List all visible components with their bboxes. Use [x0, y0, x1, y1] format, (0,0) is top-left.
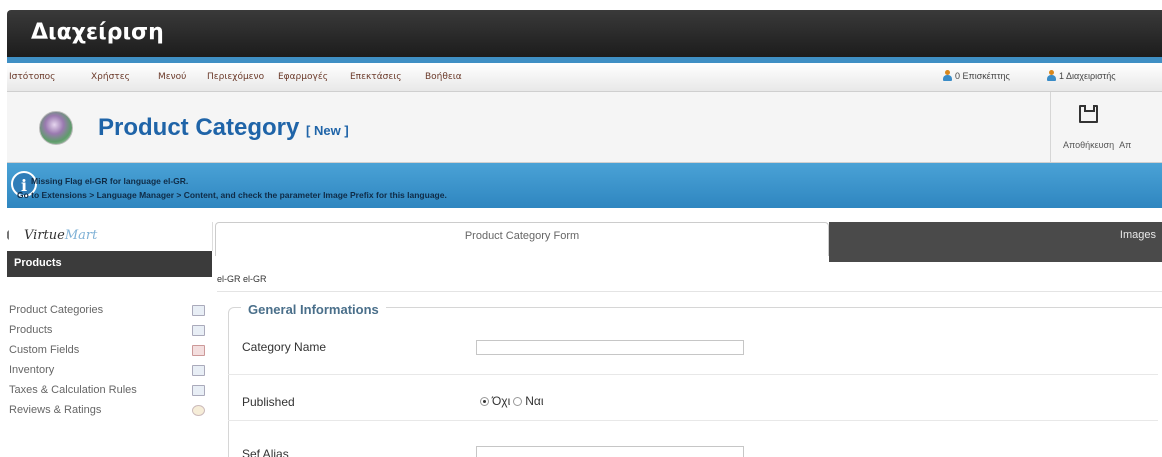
language-label: el-GR el-GR: [217, 274, 267, 284]
inventory-icon: [192, 365, 205, 376]
save-button-label: Αποθήκευση Απ: [1063, 140, 1132, 150]
page-title-bar: Product Category [ New ] Αποθήκευση Απ: [7, 92, 1162, 163]
status-visitors[interactable]: 0 Επισκέπτης: [943, 70, 1010, 81]
page-title: Product Category [ New ]: [98, 114, 349, 142]
tab-bar: Product Category Form Images: [215, 222, 1162, 262]
visitor-icon: [943, 70, 952, 81]
status-admins[interactable]: 1 Διαχειριστής: [1047, 70, 1116, 81]
status-admins-label: 1 Διαχειριστής: [1059, 70, 1116, 81]
sidebar-item-products[interactable]: Products: [7, 321, 212, 341]
general-info-fieldset: [228, 307, 1162, 457]
virtuemart-globe-icon: [39, 111, 73, 145]
menu-item-menus[interactable]: Μενού: [158, 72, 186, 82]
message-line-1: Missing Flag el-GR for language el-GR.: [31, 176, 189, 186]
published-radio-no[interactable]: [480, 396, 489, 406]
custom-fields-icon: [192, 345, 205, 356]
tab-images-label: Images: [1119, 229, 1156, 241]
virtuemart-logo: VirtueMart: [24, 228, 98, 243]
sef-alias-input[interactable]: [476, 446, 744, 457]
sidebar-item-list: Product Categories Products Custom Field…: [7, 301, 212, 421]
fieldset-legend: General Informations: [241, 302, 386, 317]
menu-item-extensions[interactable]: Επεκτάσεις: [350, 72, 402, 82]
system-message: i Missing Flag el-GR for language el-GR.…: [7, 163, 1162, 208]
menu-item-components[interactable]: Εφαρμογές: [278, 72, 328, 82]
sidebar-item-reviews[interactable]: Reviews & Ratings: [7, 401, 212, 421]
sef-alias-label: Sef Alias: [242, 447, 289, 457]
tab-form-label: Product Category Form: [464, 230, 580, 242]
category-name-label: Category Name: [242, 340, 327, 354]
tab-images[interactable]: Images: [829, 222, 1162, 262]
save-icon: [1079, 105, 1098, 123]
menu-item-content[interactable]: Περιεχόμενο: [207, 72, 264, 82]
categories-icon: [192, 305, 205, 316]
sidebar-item-taxes[interactable]: Taxes & Calculation Rules: [7, 381, 212, 401]
tab-product-category-form[interactable]: Product Category Form: [215, 222, 829, 256]
sidebar-logo-bar: VirtueMart: [7, 222, 213, 251]
products-icon: [192, 325, 205, 336]
content-divider: [217, 291, 1162, 292]
row-divider: [228, 374, 1158, 375]
next-button-label[interactable]: Απ: [1119, 140, 1131, 150]
published-radio-group: Όχι Ναι: [480, 394, 544, 408]
sidebar-item-inventory[interactable]: Inventory: [7, 361, 212, 381]
admin-header: Διαχείριση: [7, 10, 1162, 57]
message-line-2: Go to Extensions > Language Manager > Co…: [17, 190, 447, 200]
admin-user-icon: [1047, 70, 1056, 81]
admin-page: Διαχείριση Ιστότοπος Χρήστες Μενού Περιε…: [7, 0, 1162, 457]
published-option-yes-label: Ναι: [525, 394, 544, 408]
published-option-no-label: Όχι: [492, 394, 511, 408]
published-label: Published: [242, 395, 295, 409]
sidebar-section-products[interactable]: Products: [7, 251, 212, 277]
published-radio-yes[interactable]: [513, 396, 523, 406]
sidebar-item-custom-fields[interactable]: Custom Fields: [7, 341, 212, 361]
status-visitors-label: 0 Επισκέπτης: [955, 70, 1010, 81]
collapse-arrow-icon[interactable]: [7, 230, 9, 240]
menu-item-help[interactable]: Βοήθεια: [425, 72, 462, 82]
row-divider: [228, 420, 1158, 421]
main-menu-bar: Ιστότοπος Χρήστες Μενού Περιεχόμενο Εφαρ…: [7, 63, 1162, 92]
category-name-input[interactable]: [476, 340, 744, 355]
reviews-icon: [192, 405, 205, 416]
menu-item-users[interactable]: Χρήστες: [91, 72, 130, 82]
save-button[interactable]: Αποθήκευση Απ: [1050, 92, 1162, 162]
menu-item-site[interactable]: Ιστότοπος: [9, 72, 55, 82]
page-title-text: Product Category: [98, 114, 300, 141]
sidebar-item-product-categories[interactable]: Product Categories: [7, 301, 212, 321]
taxes-icon: [192, 385, 205, 396]
admin-title: Διαχείριση: [31, 20, 164, 45]
page-title-tag: [ New ]: [306, 123, 349, 138]
